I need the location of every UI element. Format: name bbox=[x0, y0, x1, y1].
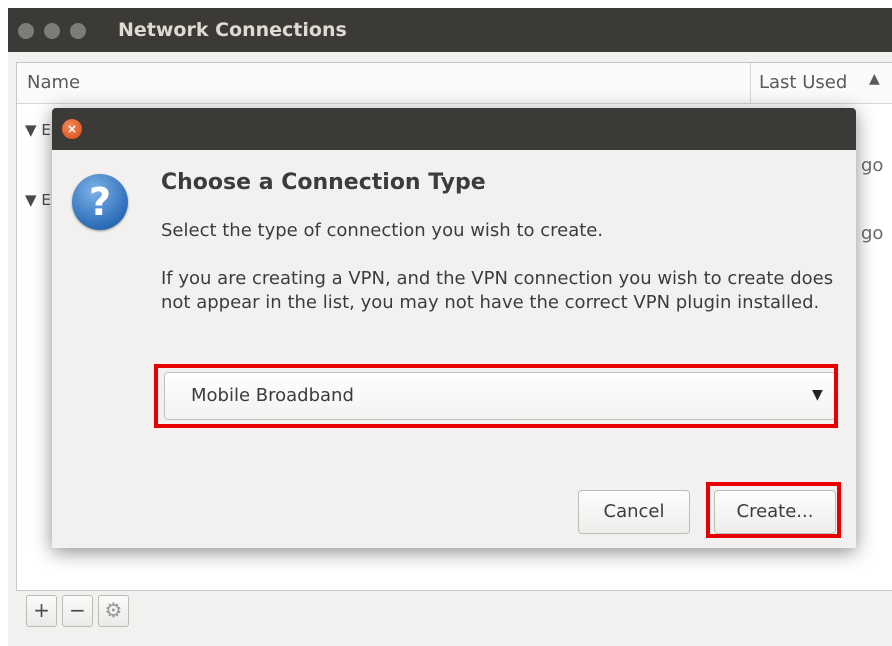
list-toolbar: + − ⚙ bbox=[26, 595, 168, 629]
question-icon: ? bbox=[72, 174, 128, 230]
dialog-close-icon[interactable]: × bbox=[62, 119, 82, 139]
list-header: Name Last Used ▲ bbox=[17, 63, 892, 104]
group-row-second[interactable]: ▼ E bbox=[25, 191, 51, 209]
dialog-titlebar: × bbox=[52, 108, 856, 150]
row-last-used: go bbox=[861, 155, 884, 176]
remove-connection-button[interactable]: − bbox=[62, 595, 93, 627]
dialog-heading: Choose a Connection Type bbox=[161, 170, 486, 195]
highlight-box-create bbox=[706, 482, 841, 538]
window-close-icon[interactable] bbox=[18, 23, 34, 39]
group-row-ethernet[interactable]: ▼ E bbox=[25, 121, 51, 139]
column-header-last-used[interactable]: Last Used bbox=[759, 72, 847, 93]
window-maximize-icon[interactable] bbox=[70, 23, 86, 39]
highlight-box-dropdown bbox=[154, 364, 838, 428]
column-divider bbox=[750, 63, 751, 103]
add-connection-button[interactable]: + bbox=[26, 595, 57, 627]
window-titlebar: Network Connections bbox=[8, 8, 892, 52]
row-last-used: go bbox=[861, 223, 884, 244]
dialog-subtitle: Select the type of connection you wish t… bbox=[161, 220, 604, 241]
column-header-name[interactable]: Name bbox=[27, 72, 80, 93]
window-minimize-icon[interactable] bbox=[44, 23, 60, 39]
cancel-button[interactable]: Cancel bbox=[578, 490, 690, 534]
dialog-vpn-note: If you are creating a VPN, and the VPN c… bbox=[161, 268, 834, 313]
settings-gear-icon[interactable]: ⚙ bbox=[98, 595, 129, 627]
window-title: Network Connections bbox=[118, 19, 347, 41]
sort-ascending-icon: ▲ bbox=[869, 71, 880, 87]
